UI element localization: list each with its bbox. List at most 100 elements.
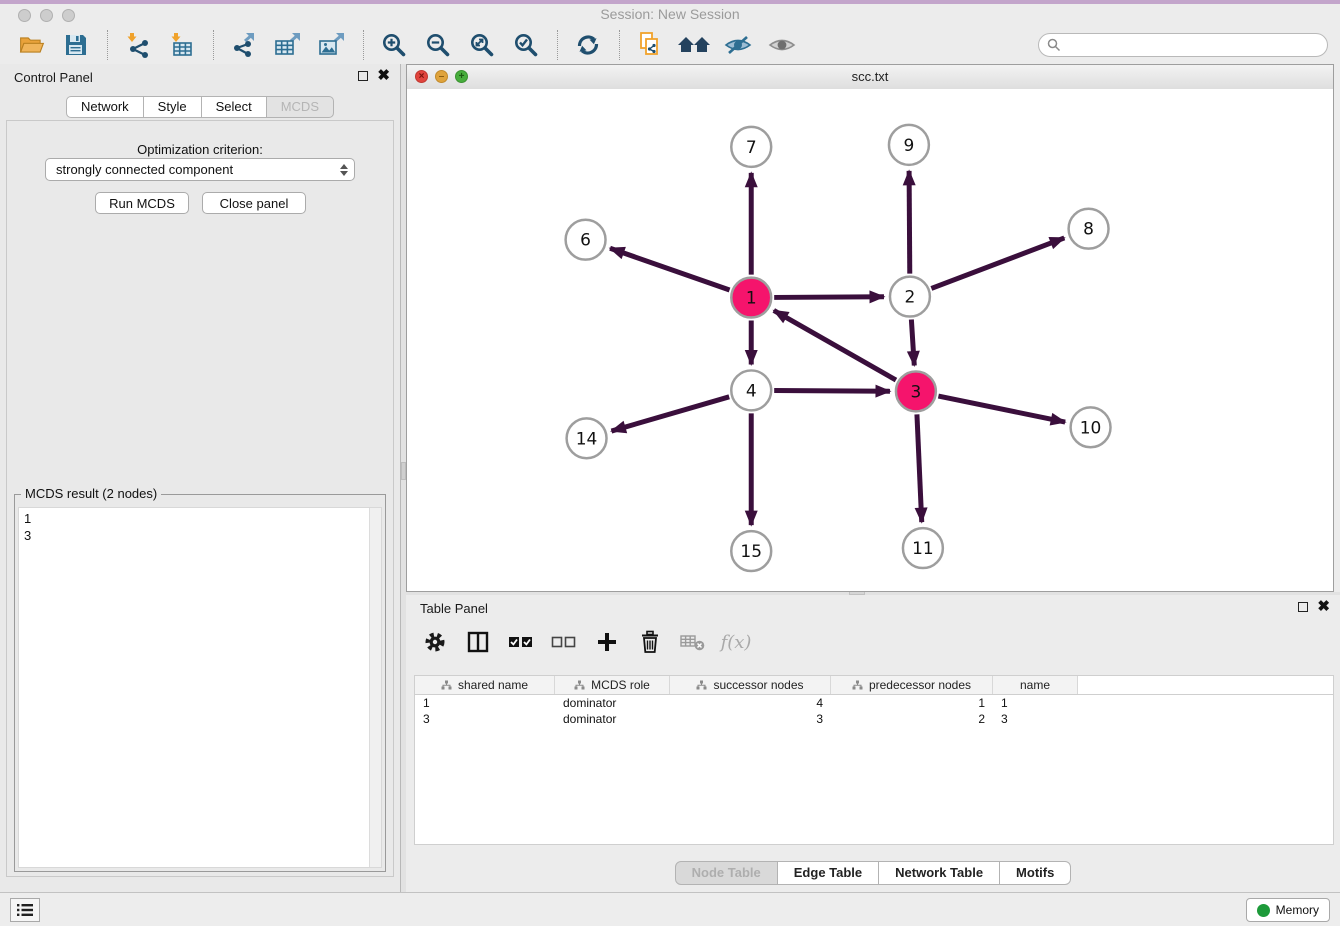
memory-button[interactable]: Memory xyxy=(1246,898,1330,922)
add-column-icon[interactable] xyxy=(594,629,620,655)
run-mcds-button[interactable]: Run MCDS xyxy=(95,192,189,214)
open-session-icon[interactable] xyxy=(14,29,50,61)
graph-node-11[interactable]: 11 xyxy=(903,528,943,568)
svg-text:4: 4 xyxy=(746,380,757,400)
column-header-filler xyxy=(1078,676,1333,694)
table-tabs: Node TableEdge TableNetwork TableMotifs xyxy=(406,861,1340,885)
graph-node-8[interactable]: 8 xyxy=(1069,209,1109,249)
zoom-out-icon[interactable] xyxy=(420,29,456,61)
tab-network-table[interactable]: Network Table xyxy=(878,861,1000,885)
tab-mcds[interactable]: MCDS xyxy=(266,96,334,118)
graph-edge-2-8[interactable] xyxy=(931,238,1064,288)
zoom-selected-icon[interactable] xyxy=(508,29,544,61)
graph-node-3[interactable]: 3 xyxy=(896,371,936,411)
close-panel-button[interactable]: Close panel xyxy=(202,192,306,214)
tab-style[interactable]: Style xyxy=(143,96,202,118)
graph-edge-2-9[interactable] xyxy=(909,171,910,274)
task-history-button[interactable] xyxy=(10,898,40,922)
criterion-select[interactable]: strongly connected component xyxy=(45,158,355,181)
hide-selected-icon[interactable] xyxy=(720,29,756,61)
tab-motifs[interactable]: Motifs xyxy=(999,861,1071,885)
save-session-icon[interactable] xyxy=(58,29,94,61)
table-header-row: shared nameMCDS rolesuccessor nodesprede… xyxy=(415,676,1333,695)
mcds-result-box: MCDS result (2 nodes) 1 3 xyxy=(14,494,386,872)
application-window: Session: New Session xyxy=(0,0,1340,926)
apply-layout-icon[interactable] xyxy=(676,29,712,61)
optimization-criterion-label: Optimization criterion: xyxy=(0,142,400,157)
column-header-name[interactable]: name xyxy=(993,676,1078,694)
import-network-icon[interactable] xyxy=(120,29,156,61)
export-image-icon[interactable] xyxy=(314,29,350,61)
delete-column-icon[interactable] xyxy=(637,629,663,655)
table-panel: Table Panel ✖ xyxy=(406,595,1340,892)
table-settings-gear-icon[interactable] xyxy=(422,629,448,655)
split-panel-icon[interactable] xyxy=(465,629,491,655)
export-network-icon[interactable] xyxy=(226,29,262,61)
deselect-all-checkboxes-icon[interactable] xyxy=(551,629,577,655)
tab-edge-table[interactable]: Edge Table xyxy=(777,861,879,885)
column-header-shared-name[interactable]: shared name xyxy=(415,676,555,694)
svg-text:6: 6 xyxy=(580,230,591,250)
float-panel-icon[interactable] xyxy=(358,71,368,81)
graph-node-15[interactable]: 15 xyxy=(731,531,771,571)
column-header-predecessor-nodes[interactable]: predecessor nodes xyxy=(831,676,993,694)
tab-select[interactable]: Select xyxy=(201,96,267,118)
svg-text:7: 7 xyxy=(746,137,757,157)
graph-node-7[interactable]: 7 xyxy=(731,127,771,167)
graph-node-1[interactable]: 1 xyxy=(731,278,771,318)
svg-text:9: 9 xyxy=(904,135,915,155)
import-table-icon[interactable] xyxy=(164,29,200,61)
graph-edge-3-1[interactable] xyxy=(774,310,896,380)
zoom-fit-icon[interactable] xyxy=(464,29,500,61)
mcds-result-area[interactable]: 1 3 xyxy=(18,507,382,868)
select-all-checkboxes-icon[interactable] xyxy=(508,629,534,655)
table-toolbar: f(x) xyxy=(422,627,749,657)
table-cell: 1 xyxy=(993,696,1078,710)
graph-edge-4-3[interactable] xyxy=(774,391,890,392)
result-scrollbar[interactable] xyxy=(369,508,381,867)
table-panel-title: Table Panel xyxy=(420,601,488,616)
copy-network-icon[interactable] xyxy=(632,29,668,61)
tab-node-table[interactable]: Node Table xyxy=(675,861,778,885)
graph-edge-3-10[interactable] xyxy=(938,396,1065,422)
graph-edge-2-3[interactable] xyxy=(911,319,914,365)
graph-edge-3-11[interactable] xyxy=(917,414,922,522)
delete-table-icon[interactable] xyxy=(680,629,706,655)
close-panel-icon[interactable]: ✖ xyxy=(1317,602,1330,612)
table-row[interactable]: 3dominator323 xyxy=(415,711,1333,727)
column-header-MCDS-role[interactable]: MCDS role xyxy=(555,676,670,694)
export-table-icon[interactable] xyxy=(270,29,306,61)
close-panel-icon[interactable]: ✖ xyxy=(377,71,390,81)
table-cell: 3 xyxy=(415,712,555,726)
zoom-in-icon[interactable] xyxy=(376,29,412,61)
graph-edge-1-2[interactable] xyxy=(774,297,884,298)
svg-text:1: 1 xyxy=(746,288,757,308)
titlebar: Session: New Session xyxy=(0,0,1340,26)
toolbar-separator xyxy=(557,30,558,60)
network-canvas[interactable]: 7 9 6 8 1 2 4 3 14 10 15 11 xyxy=(407,89,1333,591)
graph-node-2[interactable]: 2 xyxy=(890,277,930,317)
graph-node-9[interactable]: 9 xyxy=(889,125,929,165)
graph-edge-4-14[interactable] xyxy=(611,397,729,431)
float-panel-icon[interactable] xyxy=(1298,602,1308,612)
function-builder-icon[interactable]: f(x) xyxy=(723,629,749,655)
network-window-titlebar[interactable]: × – + scc.txt xyxy=(407,65,1333,90)
graph-node-4[interactable]: 4 xyxy=(731,370,771,410)
graph-edge-1-6[interactable] xyxy=(610,248,730,290)
criterion-value: strongly connected component xyxy=(56,162,340,177)
search-input[interactable] xyxy=(1067,37,1319,54)
column-header-successor-nodes[interactable]: successor nodes xyxy=(670,676,831,694)
network-view-window: × – + scc.txt 7 9 6 8 1 2 4 3 14 10 15 11 xyxy=(406,64,1334,592)
graph-node-14[interactable]: 14 xyxy=(567,418,607,458)
table-panel-header: Table Panel ✖ xyxy=(406,595,1340,623)
network-graph: 7 9 6 8 1 2 4 3 14 10 15 11 xyxy=(407,89,1333,591)
graph-node-6[interactable]: 6 xyxy=(566,220,606,260)
refresh-view-icon[interactable] xyxy=(570,29,606,61)
show-all-icon[interactable] xyxy=(764,29,800,61)
table-row[interactable]: 1dominator411 xyxy=(415,695,1333,711)
search-box[interactable] xyxy=(1038,33,1328,57)
svg-text:11: 11 xyxy=(912,538,934,558)
toolbar-separator xyxy=(363,30,364,60)
graph-node-10[interactable]: 10 xyxy=(1071,407,1111,447)
tab-network[interactable]: Network xyxy=(66,96,144,118)
